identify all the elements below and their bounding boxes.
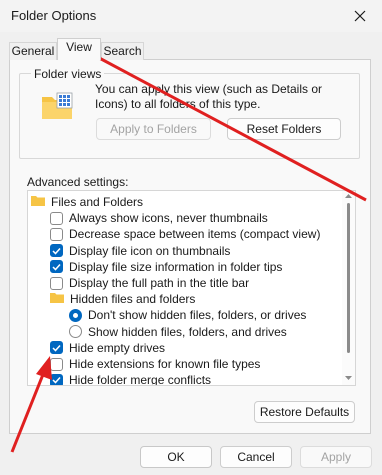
advanced-settings-tree[interactable]: Files and Folders Always show icons, neve… (27, 190, 356, 386)
tab-general-label: General (11, 44, 55, 58)
radio-button[interactable] (69, 325, 82, 339)
advanced-settings-label: Advanced settings: (27, 175, 129, 189)
tree-scrollbar[interactable] (342, 191, 355, 385)
restore-defaults-label: Restore Defaults (259, 405, 350, 419)
tab-view-label: View (66, 40, 92, 54)
tree-checkbox-row[interactable]: Display file size information in folder … (50, 259, 282, 275)
tree-checkbox-row[interactable]: Hide extensions for known file types (50, 356, 260, 372)
radio-button[interactable] (69, 308, 82, 322)
tree-checkbox-row[interactable]: Hide folder merge conflicts (50, 372, 212, 386)
tab-search-label: Search (103, 44, 142, 58)
tree-folder-row: Hidden files and folders (50, 291, 195, 307)
tree-item-label: Display file icon on thumbnails (69, 243, 231, 258)
checkbox[interactable] (50, 373, 63, 385)
tree-checkbox-row[interactable]: Display the full path in the title bar (50, 275, 249, 291)
tree-radio-row[interactable]: Don't show hidden files, folders, or dri… (69, 307, 306, 323)
tree-checkbox-row[interactable]: Decrease space between items (compact vi… (50, 226, 320, 242)
checkbox[interactable] (50, 276, 63, 290)
folder-icon (31, 195, 45, 209)
tab-view[interactable]: View (57, 38, 101, 60)
tree-item-label: Display the full path in the title bar (69, 276, 250, 290)
title-bar: Folder Options (0, 0, 382, 32)
folder-views-label: Folder views (31, 67, 105, 81)
folder-views-description: You can apply this view (such as Details… (95, 82, 323, 111)
scrollbar-thumb[interactable] (347, 203, 350, 353)
tree-item-label: Hidden files and folders (70, 292, 196, 307)
folder-icon (50, 292, 64, 306)
tree-item-label: Hide folder merge conflicts (69, 373, 212, 386)
close-icon (354, 10, 366, 22)
close-button[interactable] (338, 0, 382, 32)
checkbox[interactable] (50, 244, 63, 258)
scroll-up-icon[interactable] (345, 193, 352, 199)
checkbox[interactable] (50, 260, 63, 274)
tree-item-label: Show hidden files, folders, and drives (88, 324, 287, 339)
ok-button[interactable]: OK (140, 446, 212, 468)
tree-item-label: Always show icons, never thumbnails (69, 211, 268, 226)
tree-checkbox-row[interactable]: Display file icon on thumbnails (50, 243, 230, 259)
cancel-button[interactable]: Cancel (220, 446, 292, 468)
folder-view-icon (42, 92, 73, 119)
tab-general[interactable]: General (9, 42, 57, 60)
restore-defaults-button[interactable]: Restore Defaults (254, 401, 355, 423)
tree-folder-row: Files and Folders (31, 194, 143, 210)
cancel-label: Cancel (237, 450, 275, 464)
scroll-down-icon[interactable] (345, 375, 352, 381)
apply-button[interactable]: Apply (300, 446, 372, 468)
tree-item-label: Hide empty drives (69, 340, 166, 355)
checkbox[interactable] (50, 341, 63, 355)
checkbox[interactable] (50, 227, 63, 241)
checkbox[interactable] (50, 357, 63, 371)
reset-folders-label: Reset Folders (246, 122, 322, 136)
reset-folders-button[interactable]: Reset Folders (227, 118, 341, 140)
tree-checkbox-row[interactable]: Always show icons, never thumbnails (50, 210, 268, 226)
tree-radio-row[interactable]: Show hidden files, folders, and drives (69, 324, 287, 340)
tree-item-label: Don't show hidden files, folders, or dri… (88, 308, 307, 323)
tree-item-label: Hide extensions for known file types (69, 357, 261, 371)
tab-search[interactable]: Search (101, 42, 144, 60)
tree-item-label: Display file size information in folder … (69, 259, 283, 274)
tree-item-label: Decrease space between items (compact vi… (69, 227, 321, 242)
tree-item-label: Files and Folders (51, 195, 144, 209)
window-title: Folder Options (11, 8, 97, 23)
apply-to-folders-button[interactable]: Apply to Folders (96, 118, 211, 140)
ok-label: OK (167, 450, 185, 464)
apply-label: Apply (320, 450, 352, 464)
apply-to-folders-label: Apply to Folders (110, 122, 197, 136)
checkbox[interactable] (50, 211, 63, 225)
tree-checkbox-row[interactable]: Hide empty drives (50, 340, 165, 356)
